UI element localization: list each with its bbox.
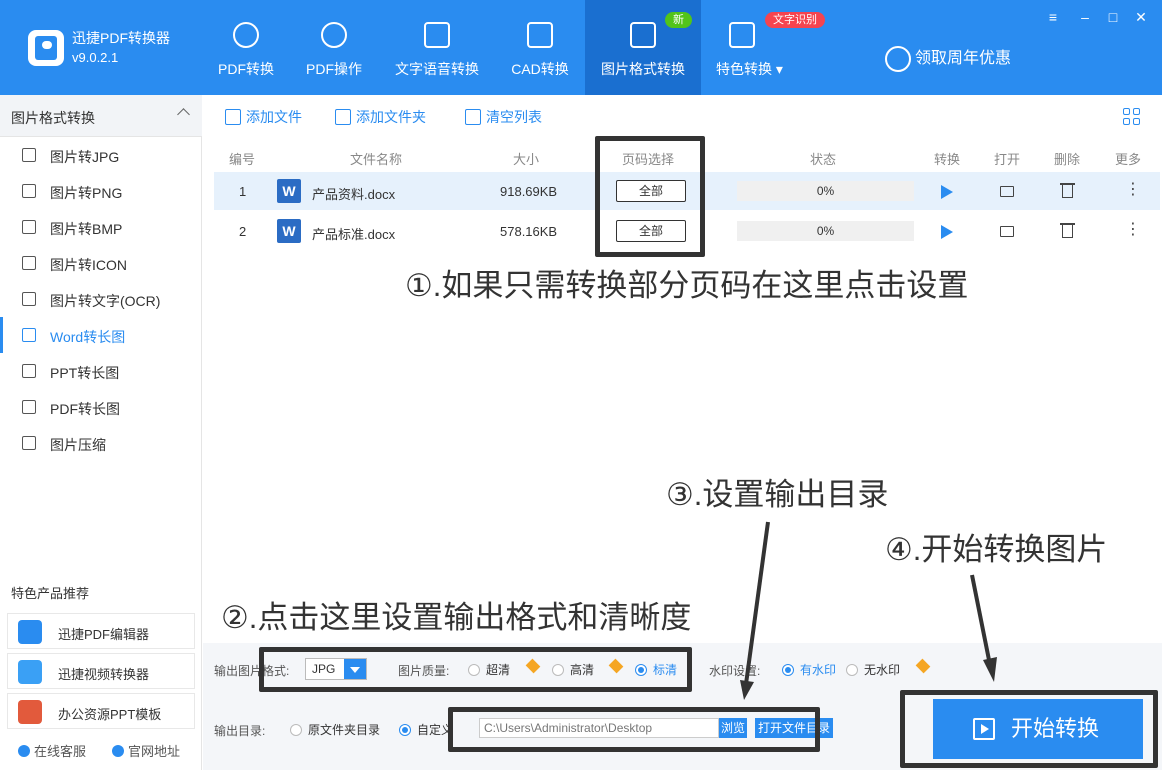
arrow-output <box>744 521 770 685</box>
annotation-arrows <box>740 521 997 700</box>
arrow-head <box>740 680 754 700</box>
arrow-start <box>970 574 992 666</box>
arrow-head <box>983 657 997 682</box>
